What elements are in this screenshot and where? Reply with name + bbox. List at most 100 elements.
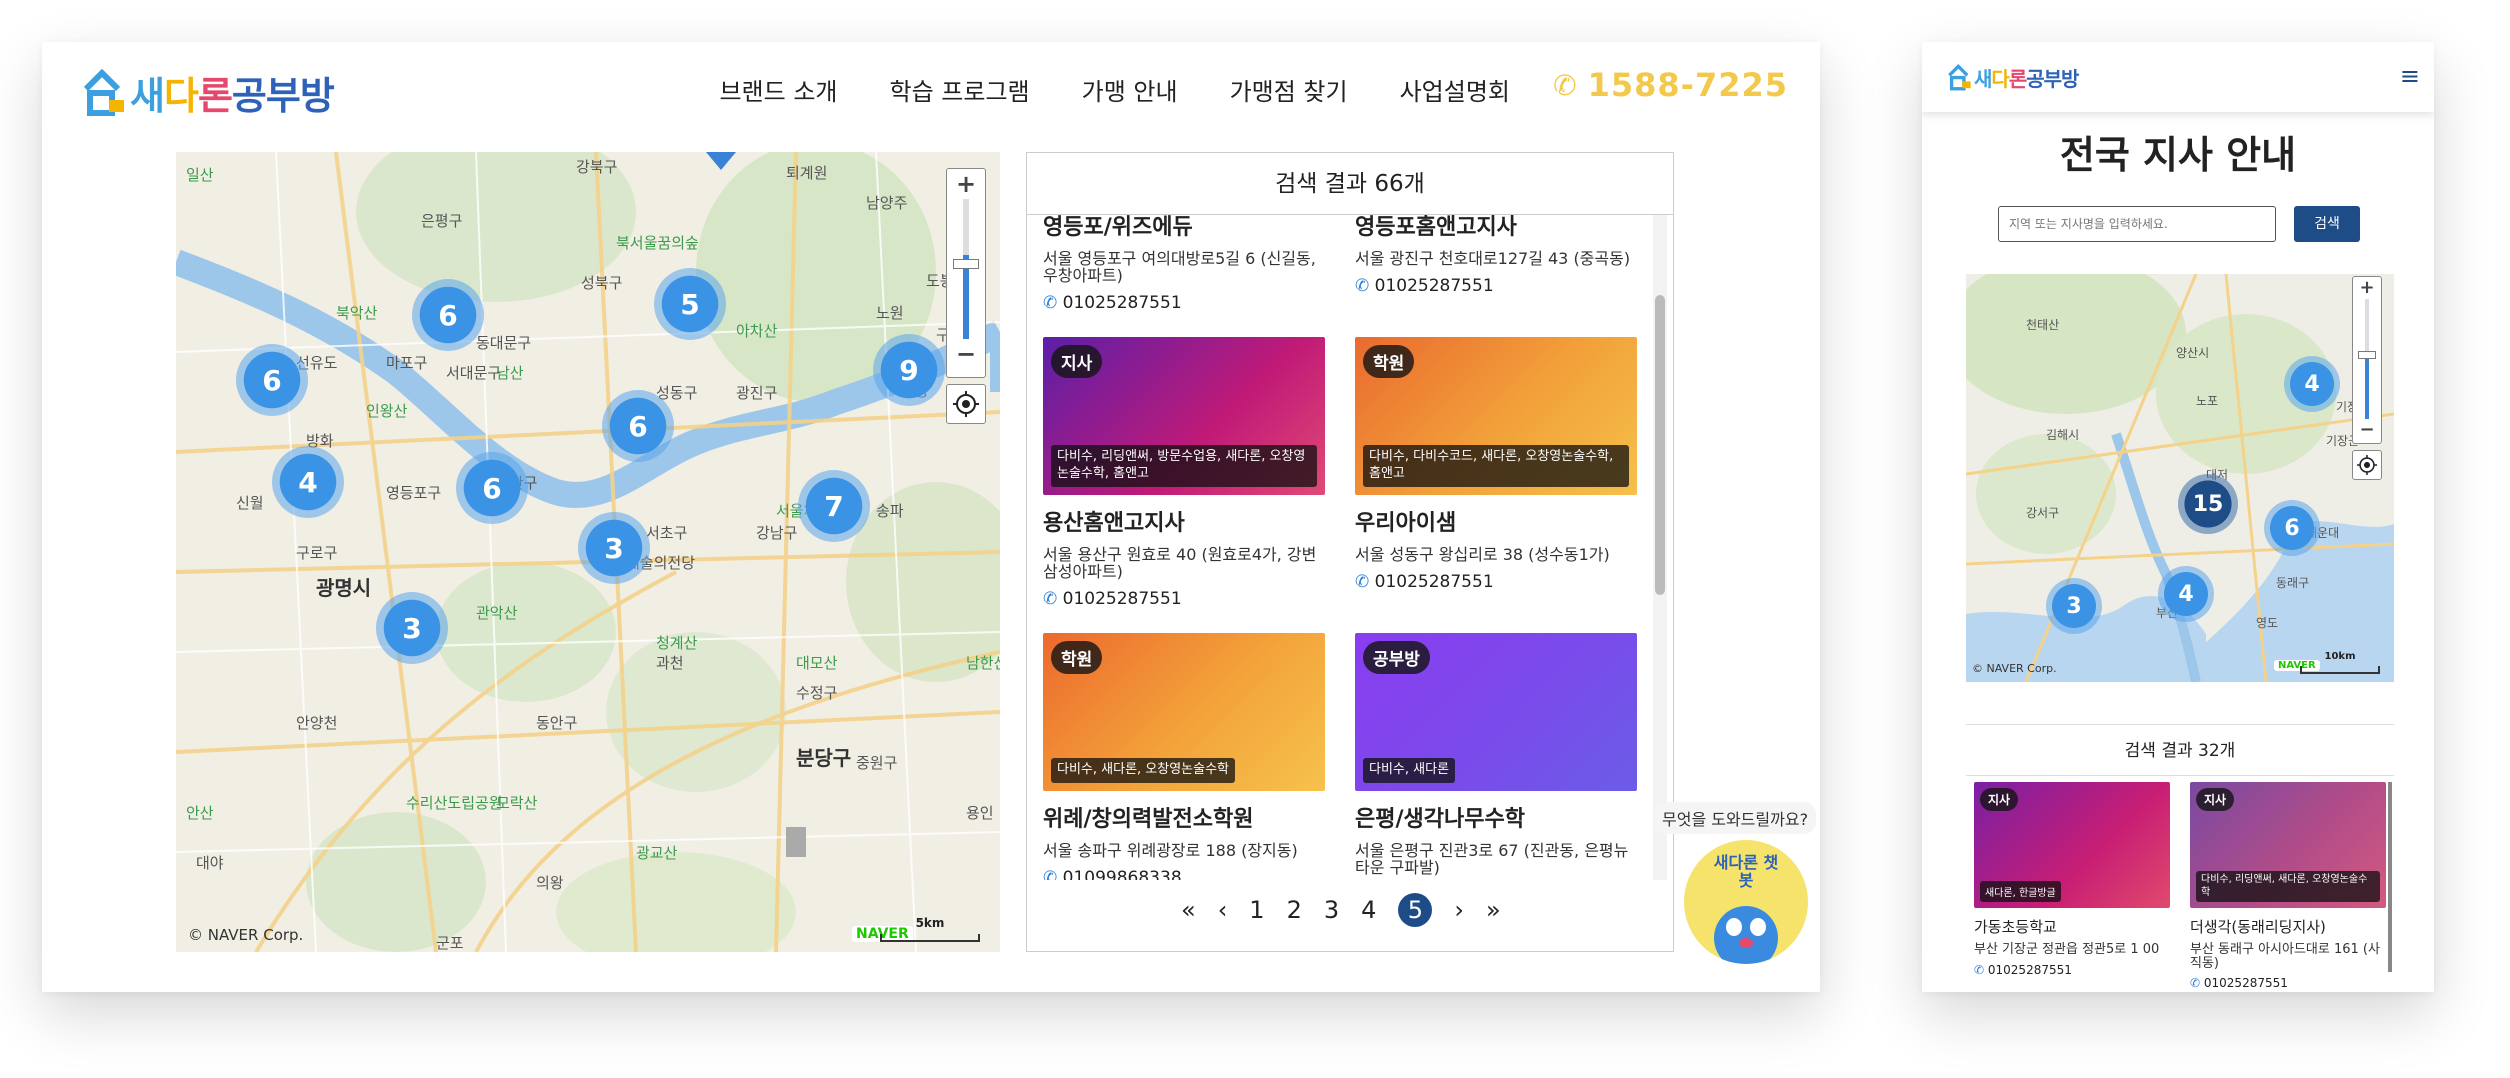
map-place-label: 분당구 (796, 746, 852, 770)
map-place-label: 북서울꿈의숲 (616, 234, 699, 252)
map-place-label: 일산 (186, 166, 214, 184)
zoom-control: + − (2352, 276, 2382, 444)
chatbot-prompt: 무엇을 도와드릴까요? (1654, 802, 1817, 834)
map-cluster[interactable]: 9 (873, 334, 945, 406)
map-cluster[interactable]: 6 (602, 390, 674, 462)
phone-icon: ✆ (1355, 571, 1370, 592)
last-page-button[interactable]: » (1486, 896, 1501, 924)
map-place-label: 수정구 (796, 684, 838, 702)
logo-house-icon (1948, 63, 1971, 91)
map-place-label: 의왕 (536, 874, 564, 892)
brand-letter: 다 (1991, 66, 2009, 91)
map-cluster[interactable]: 6 (456, 452, 528, 524)
chatbot-widget[interactable]: 무엇을 도와드릴까요? 새다론 챗봇 (1654, 802, 1817, 992)
mobile-map[interactable]: 천태산양산시노포기장김해시기장군대저동래구해운대영도강서구부산 4 15 6 3… (1966, 274, 2394, 682)
next-page-button[interactable]: › (1454, 896, 1464, 924)
map-cluster[interactable]: 4 (272, 446, 344, 518)
map-cluster[interactable]: 3 (2046, 578, 2102, 634)
map-place-label: 서초구 (646, 524, 688, 542)
map-place-label: 강남구 (756, 524, 798, 542)
page-5-current[interactable]: 5 (1398, 893, 1433, 927)
map-cluster[interactable]: 6 (236, 344, 308, 416)
map-place-label: 남산 (496, 364, 524, 382)
zoom-out-button[interactable]: − (947, 339, 985, 369)
map-cluster[interactable]: 6 (412, 279, 484, 351)
search-button[interactable]: 검색 (2294, 206, 2360, 242)
map-place-label: 노포 (2196, 394, 2219, 408)
map-place-label: 동대문구 (476, 334, 532, 352)
nav-find-branch[interactable]: 가맹점 찾기 (1230, 72, 1348, 107)
zoom-in-button[interactable]: + (947, 169, 985, 199)
list-item[interactable]: 공부방 다비수, 새다론 은평/생각나무수학 서울 은평구 진관3로 67 (진… (1355, 633, 1637, 880)
zoom-out-button[interactable]: − (2353, 419, 2381, 441)
map-attribution: © NAVER Corp. (1972, 662, 2057, 675)
nav-business-briefing[interactable]: 사업설명회 (1400, 72, 1510, 107)
search-input[interactable] (1998, 206, 2276, 242)
nav-programs[interactable]: 학습 프로그램 (890, 72, 1030, 107)
map-place-label: 신월 (236, 494, 264, 512)
map-place-label: 천태산 (2026, 318, 2060, 332)
zoom-in-button[interactable]: + (2353, 277, 2381, 299)
map-place-label: 수리산도립공원 (406, 794, 503, 812)
results-scrollbar[interactable] (1653, 215, 1667, 880)
phone-number[interactable]: ✆ 1588-7225 (1553, 66, 1788, 104)
mobile-list-scrollbar[interactable] (2388, 782, 2392, 972)
list-item[interactable]: 지사 새다론, 한글방글 가동초등학교 부산 기장군 정관읍 정관5로 1 00… (1974, 782, 2170, 977)
map-cluster[interactable]: 3 (376, 592, 448, 664)
map-scale: 10km (2300, 651, 2380, 674)
map-place-label: 과천 (656, 654, 684, 672)
list-item[interactable]: 영등포홈앤고지사 서울 광진구 천호대로127길 43 (중곡동) ✆ 0102… (1355, 215, 1637, 296)
list-item[interactable]: 영등포/위즈에듀 서울 영등포구 여의대방로5길 6 (신길동, 우창아파트) … (1043, 215, 1325, 313)
map-place-label: 아차산 (736, 322, 778, 340)
brand-logo[interactable]: 새다론공부방 (1946, 60, 2079, 94)
brand-letter: 다 (163, 73, 199, 118)
map-place-label: 대야 (196, 854, 224, 872)
results-header: 검색 결과 66개 (1027, 153, 1673, 215)
results-list[interactable]: 영등포/위즈에듀 서울 영등포구 여의대방로5길 6 (신길동, 우창아파트) … (1027, 215, 1647, 880)
hamburger-menu-icon[interactable]: ≡ (2400, 62, 2420, 90)
map-place-label: 인왕산 (366, 402, 408, 420)
list-item[interactable]: 학원 다비수, 다비수코드, 새다론, 오창영논술수학, 홈앤고 우리아이샘 서… (1355, 337, 1637, 592)
list-item[interactable]: 지사 다비수, 리딩앤써, 방문수업용, 새다론, 오창영논술수학, 홈앤고 용… (1043, 337, 1325, 609)
zoom-slider[interactable] (953, 199, 979, 339)
nav-franchise-guide[interactable]: 가맹 안내 (1082, 72, 1178, 107)
branch-thumbnail: 공부방 다비수, 새다론 (1355, 633, 1637, 791)
map-place-label: 광교산 (636, 844, 678, 862)
current-location-button[interactable] (946, 384, 986, 424)
map-cluster[interactable]: 4 (2284, 356, 2340, 412)
page-4[interactable]: 4 (1361, 896, 1376, 924)
map-cluster[interactable]: 7 (798, 470, 870, 542)
zoom-slider[interactable] (2358, 299, 2376, 419)
map-cluster[interactable]: 4 (2158, 566, 2214, 622)
map-cluster[interactable]: 6 (2264, 500, 2320, 556)
brand-logo[interactable]: 새다론공부방 (80, 62, 335, 122)
map-place-label: 중원구 (856, 754, 898, 772)
brand-letter: 공 (231, 73, 267, 118)
map-place-label: 군포 (436, 934, 464, 952)
page-2[interactable]: 2 (1287, 896, 1302, 924)
desktop-map[interactable]: 일산강북구퇴계원은평구북서울꿈의숲남양주도봉역노원구리성북구동대문구마포구서대문… (176, 152, 1000, 952)
brand-letter: 부 (2043, 66, 2062, 91)
map-place-label: 영등포구 (386, 484, 442, 502)
chatbot-avatar[interactable]: 새다론 챗봇 (1684, 840, 1808, 964)
brand-letter: 새 (1974, 66, 1992, 91)
map-cluster[interactable]: 5 (654, 268, 726, 340)
list-item[interactable]: 지사 다비수, 리딩앤써, 새다론, 오창영논술수학 더생각(동래리딩지사) 부… (2190, 782, 2386, 990)
brand-letter: 부 (265, 73, 301, 118)
branch-thumbnail: 지사 새다론, 한글방글 (1974, 782, 2170, 908)
current-location-button[interactable] (2352, 450, 2382, 480)
map-cluster[interactable]: 15 (2178, 474, 2238, 534)
map-place-label: 남한산성도립공원 (966, 654, 1000, 672)
first-page-button[interactable]: « (1181, 896, 1196, 924)
page-3[interactable]: 3 (1324, 896, 1339, 924)
branch-thumbnail: 지사 다비수, 리딩앤써, 새다론, 오창영논술수학 (2190, 782, 2386, 908)
brand-letter: 론 (2008, 66, 2027, 91)
page-1[interactable]: 1 (1249, 896, 1264, 924)
map-place-label: 노원 (876, 304, 904, 322)
map-place-label: 은평구 (421, 212, 463, 230)
list-item[interactable]: 학원 다비수, 새다론, 오창영논술수학 위례/창의력발전소학원 서울 송파구 … (1043, 633, 1325, 880)
map-cluster[interactable]: 3 (578, 512, 650, 584)
nav-brand-intro[interactable]: 브랜드 소개 (719, 72, 837, 107)
phone-icon: ✆ (1355, 275, 1370, 296)
prev-page-button[interactable]: ‹ (1218, 896, 1228, 924)
